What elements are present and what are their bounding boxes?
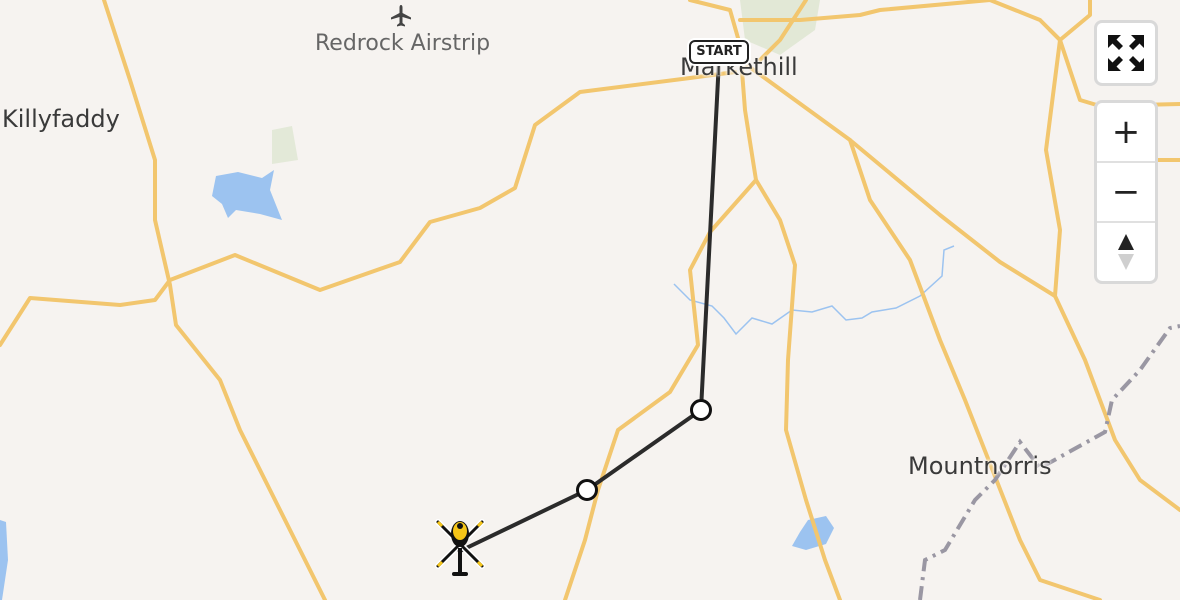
airstrip-label: Redrock Airstrip	[315, 31, 491, 56]
woodland-area	[272, 126, 298, 164]
zoom-in-label: +	[1111, 112, 1141, 152]
fullscreen-icon	[1108, 35, 1144, 71]
airplane-icon	[391, 5, 411, 27]
zoom-out-label: −	[1111, 172, 1141, 212]
roads	[0, 0, 1180, 600]
map-controls: + −	[1094, 20, 1158, 284]
zoom-control: + −	[1094, 100, 1158, 284]
lake	[0, 520, 8, 600]
compass-icon	[1118, 234, 1134, 270]
helicopter-icon[interactable]	[432, 514, 488, 584]
lake	[212, 170, 282, 220]
place-label-killyfaddy: Killyfaddy	[2, 105, 120, 133]
place-label-mountnorris: Mountnorris	[908, 452, 1052, 480]
route-start-marker[interactable]: START	[689, 40, 749, 64]
map-view[interactable]: Redrock Airstrip Killyfaddy Markethill M…	[0, 0, 1180, 600]
route-waypoint[interactable]	[690, 399, 712, 421]
route-waypoint[interactable]	[576, 479, 598, 501]
map-base	[0, 0, 1180, 600]
stream	[673, 245, 955, 336]
zoom-out-button[interactable]: −	[1097, 161, 1155, 221]
woodland-area	[740, 0, 820, 55]
zoom-in-button[interactable]: +	[1097, 103, 1155, 161]
compass-button[interactable]	[1097, 221, 1155, 281]
fullscreen-button[interactable]	[1094, 20, 1158, 86]
